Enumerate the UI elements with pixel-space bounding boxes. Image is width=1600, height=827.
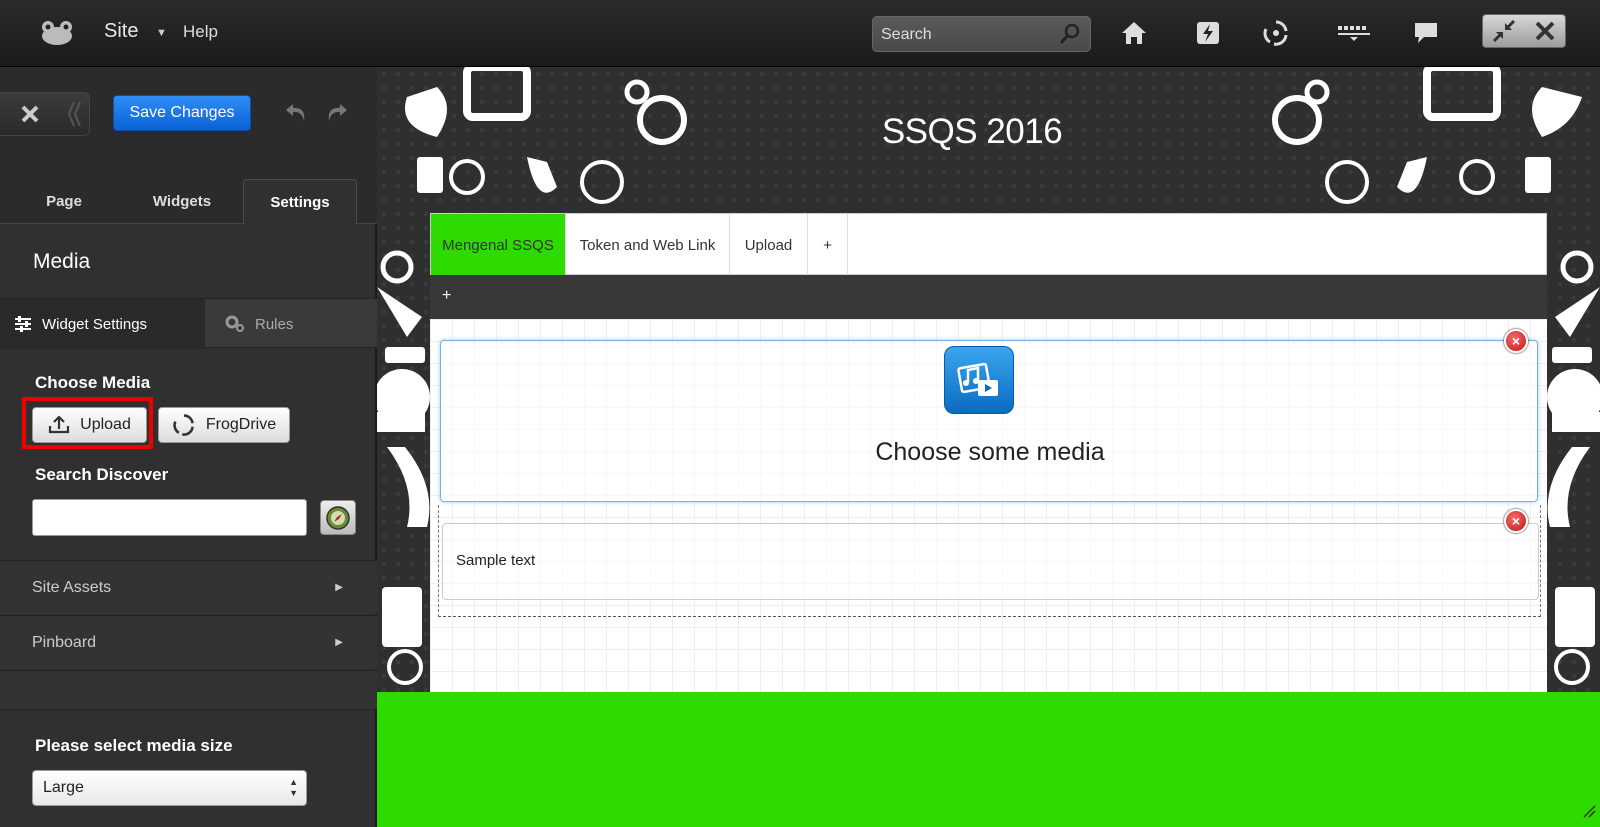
page-content: Choose some media Sample text × × <box>430 319 1547 692</box>
search-box <box>872 16 1091 52</box>
select-arrows-icon: ▲ ▼ <box>289 777 298 798</box>
frogdrive-icon[interactable] <box>1258 16 1294 50</box>
site-nav: Mengenal SSQS Token and Web Link Upload … <box>430 213 1547 276</box>
text-widget-content: Sample text <box>456 552 536 569</box>
minimize-icon[interactable] <box>1483 15 1524 47</box>
sidebar-toolbar: Save Changes <box>0 67 377 179</box>
media-size-select[interactable]: Large ▲ ▼ <box>32 770 307 806</box>
media-icon[interactable] <box>944 346 1014 414</box>
sliders-icon <box>14 316 32 332</box>
help-link[interactable]: Help <box>183 22 218 42</box>
sub-nav: + <box>430 275 1547 319</box>
flash-icon[interactable] <box>1190 16 1226 50</box>
media-size-value: Large <box>43 779 84 796</box>
compass-icon[interactable] <box>320 500 356 535</box>
site-assets-label: Site Assets <box>32 578 112 596</box>
home-icon[interactable] <box>1116 16 1152 50</box>
add-tab-button[interactable]: + <box>808 214 848 276</box>
chevron-right-icon: ▶ <box>335 637 343 648</box>
frogdrive-button[interactable]: FrogDrive <box>158 407 290 443</box>
tab-settings[interactable]: Settings <box>243 179 357 225</box>
text-widget[interactable]: Sample text <box>442 523 1539 600</box>
close-collapse-group <box>0 92 90 136</box>
tab-widgets[interactable]: Widgets <box>124 179 240 224</box>
site-menu[interactable]: Site <box>104 20 138 43</box>
remove-icon[interactable]: × <box>1504 329 1528 353</box>
tab-rules[interactable]: Rules <box>205 299 377 349</box>
save-changes-button[interactable]: Save Changes <box>113 95 251 131</box>
editor-sidebar: Save Changes Page Widgets Settings Media… <box>0 67 377 827</box>
add-subpage-button[interactable]: + <box>442 287 451 305</box>
accordion-pinboard[interactable]: Pinboard ▶ <box>0 615 377 669</box>
sidebar-tabs: Page Widgets Settings <box>0 179 377 225</box>
redo-icon[interactable] <box>325 101 349 128</box>
search-input[interactable] <box>881 24 1051 46</box>
chat-icon[interactable] <box>1408 16 1444 50</box>
pinboard-label: Pinboard <box>32 633 97 651</box>
close-icon[interactable] <box>1524 15 1565 47</box>
frogdrive-icon <box>172 413 196 437</box>
tab-widget-settings[interactable]: Widget Settings <box>0 299 205 349</box>
rules-label: Rules <box>255 315 294 333</box>
nav-tab-mengenal-ssqs[interactable]: Mengenal SSQS <box>431 214 566 276</box>
choose-media-label: Choose Media <box>35 373 151 392</box>
upload-highlight-box <box>22 397 153 449</box>
panel-title: Media <box>33 250 91 273</box>
media-widget[interactable]: Choose some media <box>440 340 1538 502</box>
chevron-right-icon: ▶ <box>335 582 343 593</box>
apps-icon[interactable] <box>1334 16 1374 50</box>
nav-tab-upload[interactable]: Upload <box>730 214 808 276</box>
frog-logo-icon[interactable] <box>38 18 76 48</box>
page-canvas: SSQS 2016 Mengenal SSQS Token and Web Li… <box>377 67 1600 827</box>
caret-down-icon[interactable]: ▼ <box>156 27 167 39</box>
site-footer <box>377 692 1600 827</box>
divider <box>0 670 377 710</box>
search-discover-input[interactable] <box>32 499 307 536</box>
search-discover-label: Search Discover <box>35 465 169 484</box>
search-icon[interactable] <box>1058 22 1082 51</box>
tab-page[interactable]: Page <box>8 179 120 224</box>
resize-icon[interactable] <box>1582 804 1596 823</box>
frogdrive-button-label: FrogDrive <box>205 416 277 433</box>
media-size-label: Please select media size <box>35 736 233 755</box>
widget-settings-label: Widget Settings <box>42 315 148 333</box>
gears-icon <box>225 315 245 333</box>
choose-media-text: Choose some media <box>875 438 1105 466</box>
collapse-icon[interactable] <box>60 100 88 128</box>
undo-icon[interactable] <box>284 101 308 128</box>
nav-tab-token-web-link[interactable]: Token and Web Link <box>566 214 730 276</box>
window-controls <box>1482 14 1566 48</box>
site-title: SSQS 2016 <box>881 112 1063 151</box>
accordion-site-assets[interactable]: Site Assets ▶ <box>0 560 377 614</box>
close-panel-icon[interactable] <box>0 104 60 124</box>
top-bar: Site ▼ Help <box>0 0 1600 67</box>
settings-subtabs: Widget Settings Rules <box>0 298 377 349</box>
remove-icon[interactable]: × <box>1504 509 1528 533</box>
